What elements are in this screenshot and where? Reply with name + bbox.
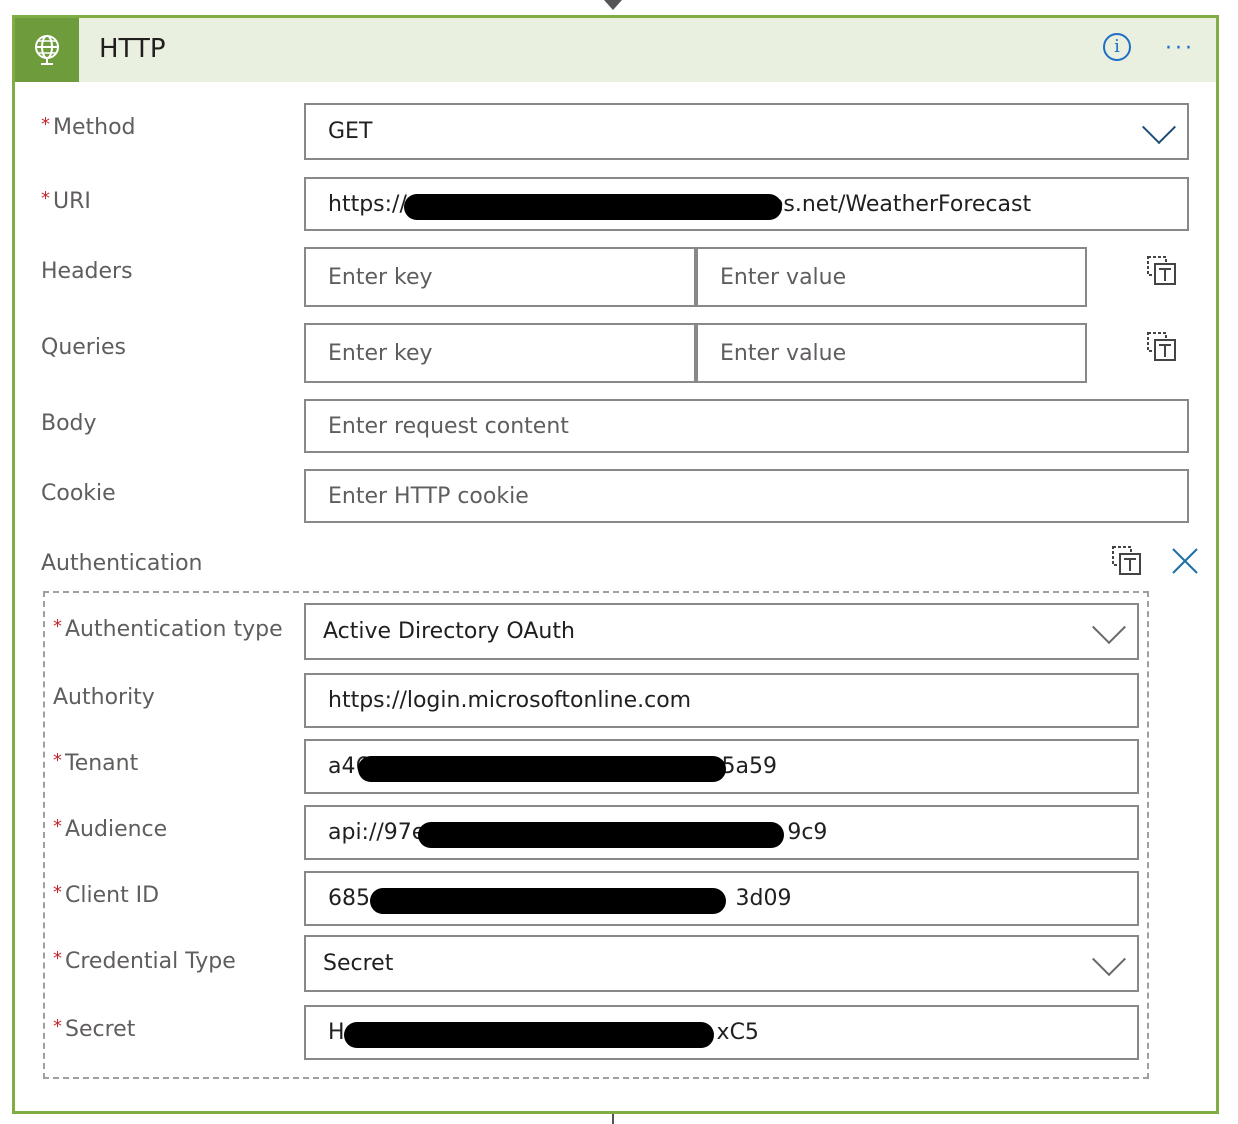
- secret-label: * Secret: [53, 1016, 136, 1042]
- uri-value-start: https://: [328, 191, 407, 217]
- globe-icon: [15, 18, 79, 82]
- method-select[interactable]: GET: [304, 103, 1189, 160]
- text-mode-icon[interactable]: [1146, 255, 1178, 287]
- tenant-input[interactable]: a46 5a59: [304, 739, 1139, 794]
- queries-label: Queries: [41, 335, 126, 360]
- secret-input[interactable]: H xC5: [304, 1005, 1139, 1060]
- redaction-bar: [370, 888, 726, 914]
- required-marker: *: [53, 882, 62, 903]
- chevron-down-icon[interactable]: [1092, 941, 1126, 976]
- http-action-card: HTTP i ··· * Method GET * URI https:// es.…: [12, 15, 1219, 1114]
- required-marker: *: [53, 616, 62, 637]
- credential-type-label-text: Credential Type: [65, 949, 236, 974]
- card-header[interactable]: HTTP i ···: [15, 18, 1216, 82]
- auth-type-value: Active Directory OAuth: [323, 619, 575, 644]
- client-id-input[interactable]: 685e 3d09: [304, 871, 1139, 926]
- info-icon[interactable]: i: [1103, 33, 1131, 61]
- body-label: Body: [41, 411, 97, 436]
- authentication-label: Authentication: [41, 551, 203, 576]
- auth-type-select[interactable]: Active Directory OAuth: [304, 603, 1139, 660]
- required-marker: *: [53, 1016, 62, 1037]
- headers-value-input[interactable]: Enter value: [696, 247, 1087, 307]
- client-id-label: * Client ID: [53, 882, 160, 908]
- required-marker: *: [53, 948, 62, 969]
- method-value: GET: [328, 119, 373, 144]
- queries-key-input[interactable]: Enter key: [304, 323, 696, 383]
- text-mode-icon[interactable]: [1146, 331, 1178, 363]
- authority-label: Authority: [53, 685, 155, 710]
- required-marker: *: [53, 816, 62, 837]
- tenant-label-text: Tenant: [65, 751, 139, 776]
- audience-value-end: 9c9: [787, 820, 828, 845]
- uri-label: * URI: [41, 188, 91, 214]
- credential-type-value: Secret: [323, 951, 394, 976]
- redaction-bar: [404, 194, 782, 220]
- connector-arrow-icon: [604, 0, 622, 10]
- credential-type-label: * Credential Type: [53, 948, 236, 974]
- credential-type-select[interactable]: Secret: [304, 935, 1139, 992]
- tenant-value-end: 5a59: [721, 754, 777, 779]
- method-label: * Method: [41, 114, 136, 140]
- secret-value-end: xC5: [716, 1020, 759, 1045]
- uri-input[interactable]: https:// es.net/WeatherForecast: [304, 177, 1189, 231]
- card-title: HTTP: [99, 34, 166, 64]
- secret-value-start: H: [328, 1020, 345, 1045]
- redaction-bar: [344, 1022, 714, 1048]
- more-icon[interactable]: ···: [1165, 36, 1195, 61]
- headers-label: Headers: [41, 259, 133, 284]
- redaction-bar: [418, 822, 784, 848]
- chevron-down-icon[interactable]: [1092, 609, 1126, 644]
- secret-label-text: Secret: [65, 1017, 136, 1042]
- redaction-bar: [358, 756, 726, 782]
- audience-label-text: Audience: [65, 817, 168, 842]
- client-id-value-end: 3d09: [735, 886, 792, 911]
- auth-type-label: * Authentication type: [53, 616, 283, 642]
- uri-value-end: es.net/WeatherForecast: [769, 191, 1032, 217]
- audience-value-start: api://97e: [328, 820, 426, 845]
- authority-input[interactable]: https://login.microsoftonline.com: [304, 673, 1139, 728]
- required-marker: *: [53, 750, 62, 771]
- body-input[interactable]: Enter request content: [304, 399, 1189, 453]
- close-icon[interactable]: [1170, 546, 1200, 576]
- auth-type-label-text: Authentication type: [65, 617, 283, 642]
- chevron-down-icon[interactable]: [1142, 109, 1176, 144]
- queries-value-input[interactable]: Enter value: [696, 323, 1087, 383]
- client-id-label-text: Client ID: [65, 883, 160, 908]
- audience-label: * Audience: [53, 816, 168, 842]
- cookie-label: Cookie: [41, 481, 116, 506]
- method-label-text: Method: [53, 115, 136, 140]
- cookie-input[interactable]: Enter HTTP cookie: [304, 469, 1189, 523]
- audience-input[interactable]: api://97e 9c9: [304, 805, 1139, 860]
- text-mode-icon[interactable]: [1111, 545, 1143, 577]
- uri-label-text: URI: [53, 189, 91, 214]
- required-marker: *: [41, 188, 50, 209]
- tenant-label: * Tenant: [53, 750, 139, 776]
- headers-key-input[interactable]: Enter key: [304, 247, 696, 307]
- required-marker: *: [41, 114, 50, 135]
